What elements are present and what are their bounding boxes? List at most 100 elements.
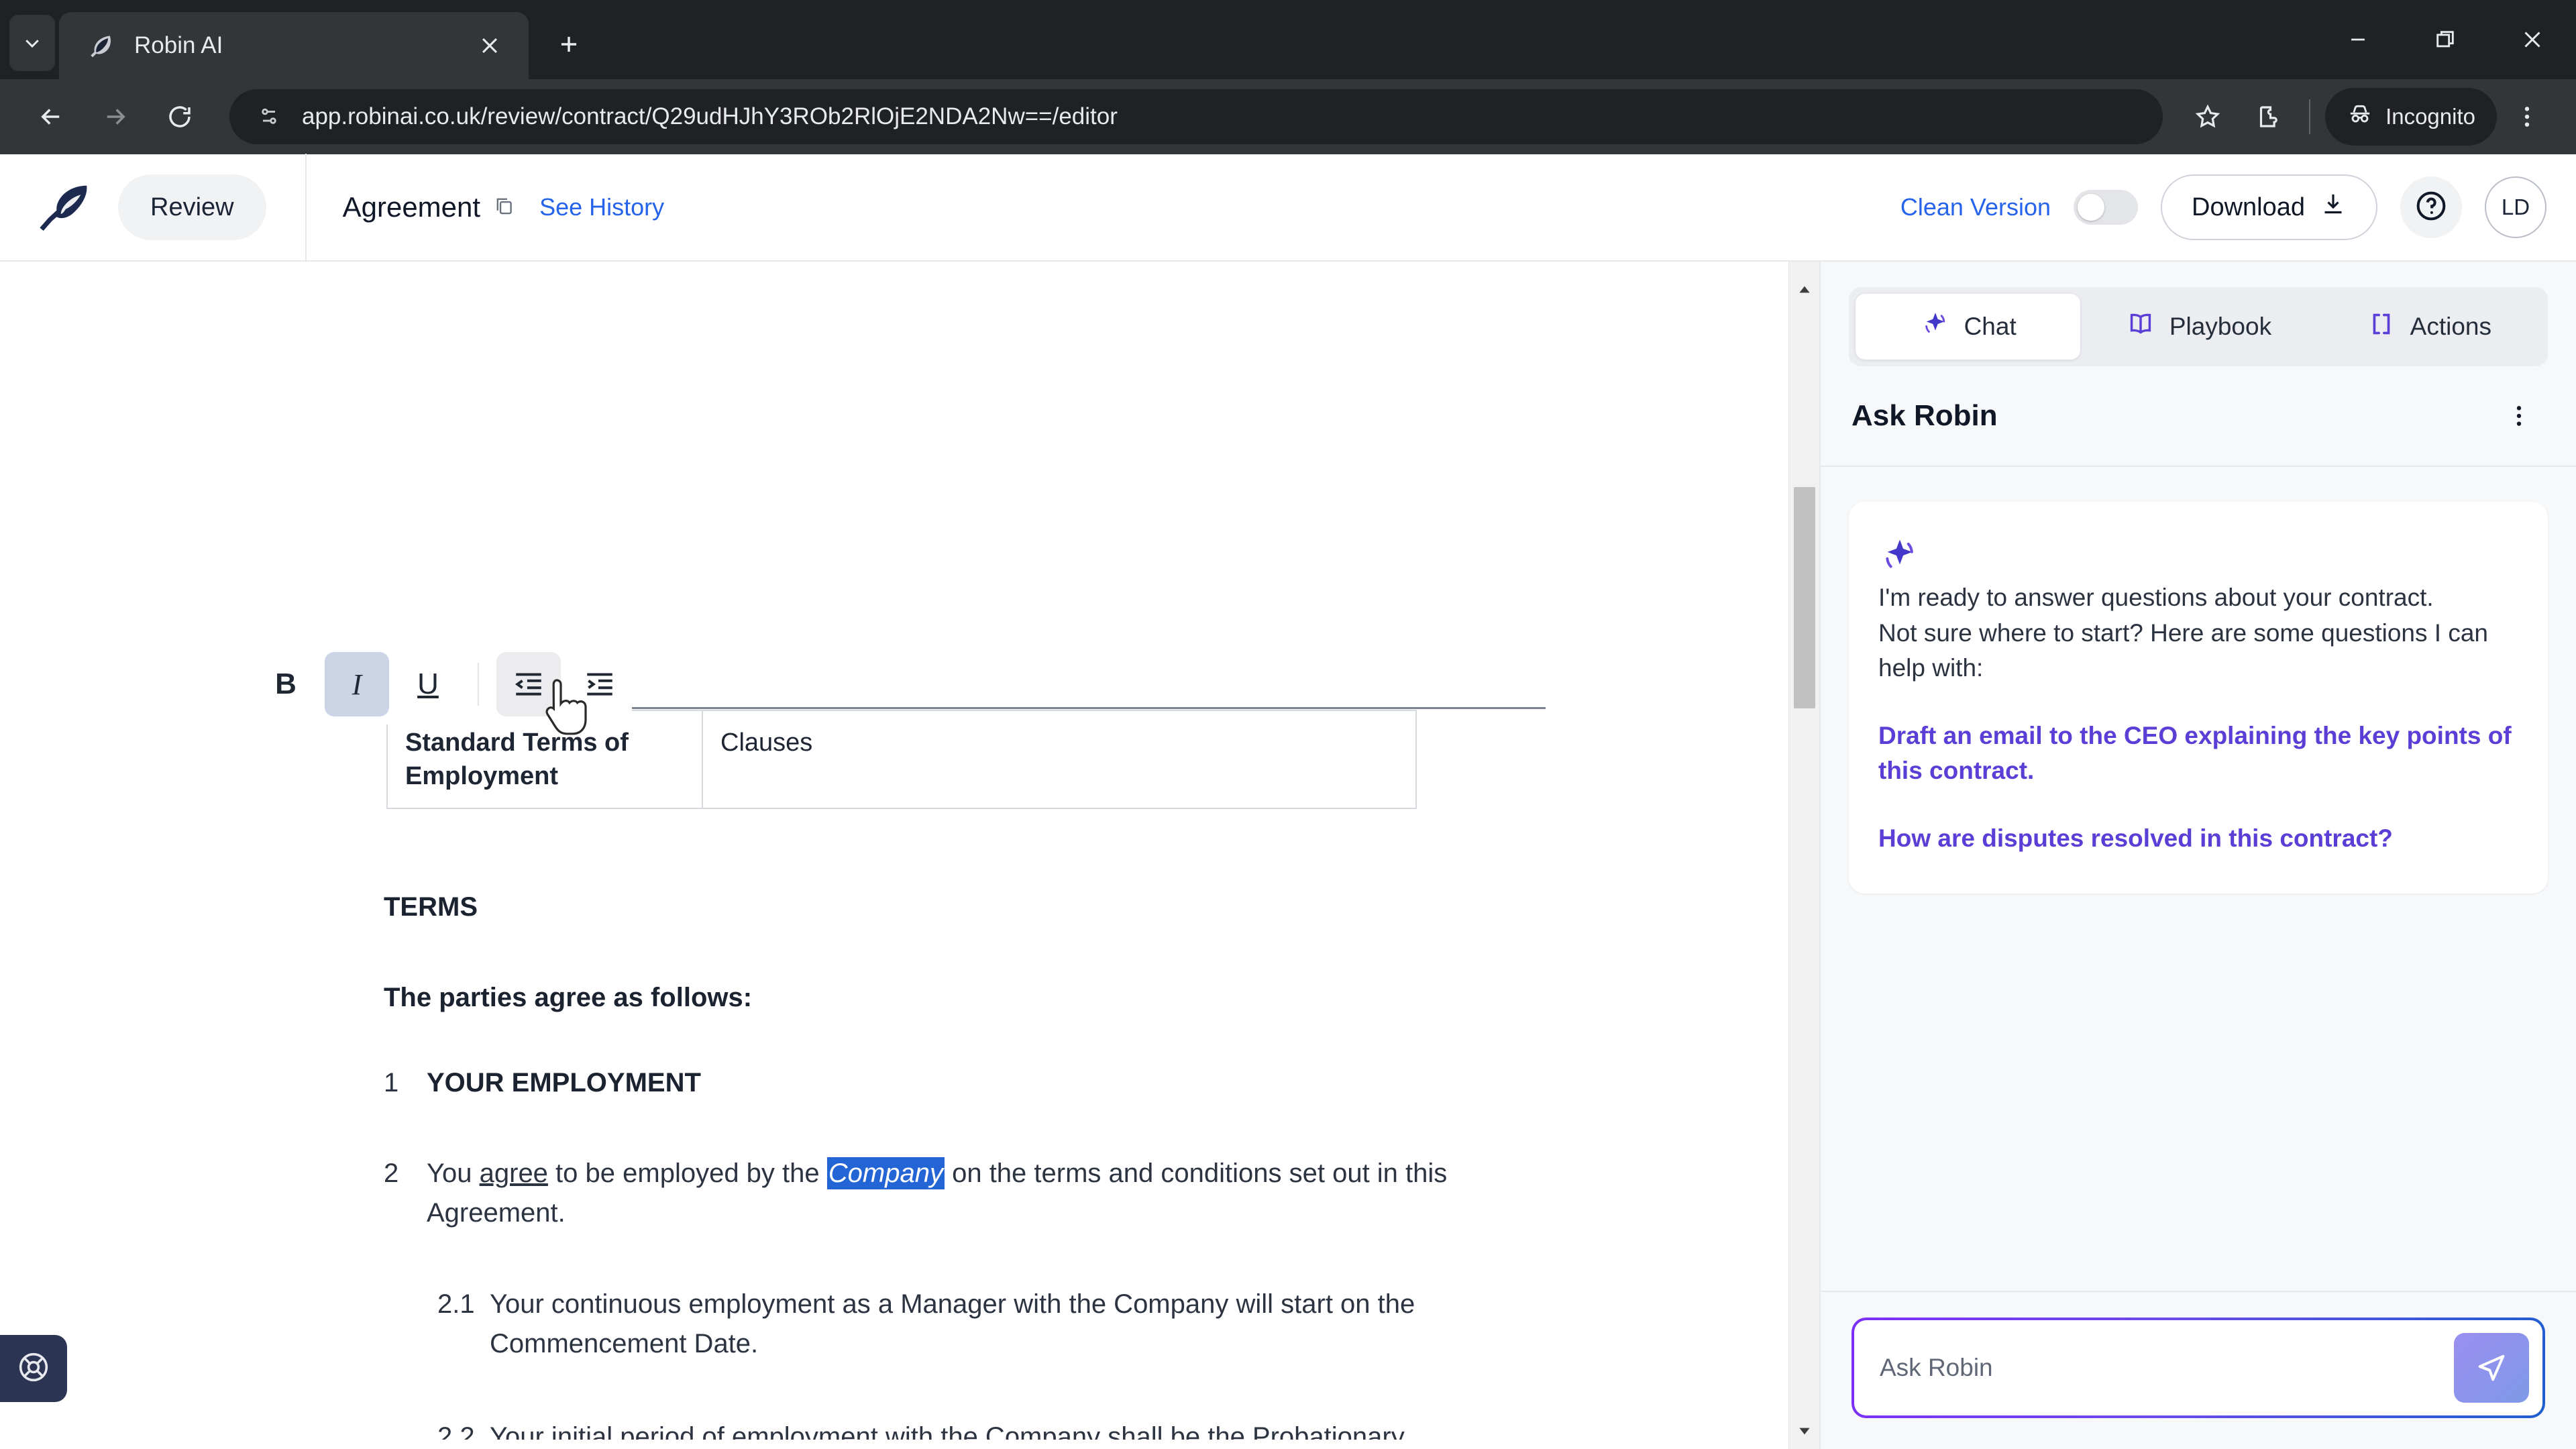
star-icon[interactable] xyxy=(2178,87,2238,147)
tab-playbook[interactable]: Playbook xyxy=(2086,294,2310,360)
scroll-down-arrow[interactable] xyxy=(1789,1415,1819,1446)
clause-2-text: You agree to be employed by the Company … xyxy=(427,1154,1457,1233)
copy-icon[interactable] xyxy=(492,191,515,223)
chat-header: Ask Robin xyxy=(1821,366,2576,467)
three-dot-menu-icon[interactable] xyxy=(2497,87,2557,147)
document-title-text: Agreement xyxy=(342,191,481,223)
minimize-icon[interactable] xyxy=(2314,0,2402,79)
download-icon xyxy=(2320,191,2347,224)
send-button[interactable] xyxy=(2454,1333,2529,1403)
forward-arrow-icon[interactable] xyxy=(83,85,148,149)
parties-agree-line: The parties agree as follows: xyxy=(384,983,753,1012)
book-icon xyxy=(2125,309,2156,345)
tab-chat-label: Chat xyxy=(1964,313,2017,340)
table-row: Standard Terms of Employment Clauses xyxy=(386,709,1417,810)
underline-button[interactable]: U xyxy=(396,652,460,716)
scrollbar-thumb[interactable] xyxy=(1794,487,1815,708)
reload-icon[interactable] xyxy=(148,85,212,149)
document-scroll-area[interactable]: Standard Terms of Employment Clauses TER… xyxy=(0,262,1788,1449)
address-bar[interactable]: app.robinai.co.uk/review/contract/Q29udH… xyxy=(229,89,2163,144)
assistant-message-line-1: I'm ready to answer questions about your… xyxy=(1878,584,2434,611)
close-icon[interactable] xyxy=(471,27,508,64)
scroll-up-arrow[interactable] xyxy=(1789,274,1819,305)
ask-robin-input-wrapper xyxy=(1851,1318,2545,1418)
window-controls xyxy=(2314,0,2576,79)
browser-toolbar: app.robinai.co.uk/review/contract/Q29udH… xyxy=(0,79,2576,154)
tab-actions[interactable]: Actions xyxy=(2316,294,2541,360)
app-body: B I U Standard Terms of Employment Claus… xyxy=(0,262,2576,1449)
chat-tab-bar: Chat Playbook Actions xyxy=(1849,287,2548,366)
assistant-message-card: I'm ready to answer questions about your… xyxy=(1849,502,2548,894)
chat-message-list[interactable]: I'm ready to answer questions about your… xyxy=(1821,467,2576,1291)
robin-ai-app: Review Agreement See History Clean Versi… xyxy=(0,154,2576,1449)
formatting-toolbar: B I U xyxy=(254,644,632,724)
chat-panel: Chat Playbook Actions Ask Robin I'm read… xyxy=(1819,262,2576,1449)
clause-1[interactable]: 1 YOUR EMPLOYMENT xyxy=(384,1063,1457,1103)
browser-window: Robin AI app.robinai.co.uk/review/contra… xyxy=(0,0,2576,1449)
toolbar-divider xyxy=(478,663,479,706)
page-title: Agreement xyxy=(343,191,515,223)
tab-actions-label: Actions xyxy=(2410,313,2491,340)
see-history-link[interactable]: See History xyxy=(539,193,664,221)
header-actions: Clean Version Download LD xyxy=(1900,174,2546,240)
lifebuoy-icon xyxy=(15,1349,52,1389)
standard-terms-table: Standard Terms of Employment Clauses xyxy=(386,709,1417,810)
kebab-menu-icon[interactable] xyxy=(2493,390,2545,442)
bold-button[interactable]: B xyxy=(254,652,318,716)
ask-robin-input-inner xyxy=(1854,1320,2542,1415)
italic-label: I xyxy=(352,667,362,701)
chat-input-area xyxy=(1821,1291,2576,1449)
underlined-word: agree xyxy=(479,1159,548,1188)
review-button[interactable]: Review xyxy=(118,174,266,240)
tab-title: Robin AI xyxy=(134,32,223,58)
clause-number: 2 xyxy=(384,1159,399,1188)
avatar-initials: LD xyxy=(2501,195,2530,219)
clause-2-1[interactable]: 2.1 Your continuous employment as a Mana… xyxy=(437,1285,1457,1364)
app-header: Review Agreement See History Clean Versi… xyxy=(0,154,2576,262)
header-divider xyxy=(305,154,307,261)
incognito-label: Incognito xyxy=(2385,104,2475,129)
close-window-icon[interactable] xyxy=(2489,0,2576,79)
support-widget-button[interactable] xyxy=(0,1335,67,1402)
text-selection-company[interactable]: Company xyxy=(826,1157,945,1189)
outdent-icon[interactable] xyxy=(496,652,561,716)
site-settings-icon[interactable] xyxy=(250,97,288,136)
suggested-prompt-2[interactable]: How are disputes resolved in this contra… xyxy=(1878,821,2518,857)
incognito-indicator[interactable]: Incognito xyxy=(2325,88,2497,146)
document-editor-pane[interactable]: B I U Standard Terms of Employment Claus… xyxy=(0,262,1788,1449)
ask-robin-input[interactable] xyxy=(1880,1354,2454,1382)
browser-tab[interactable]: Robin AI xyxy=(59,12,529,79)
sparkle-icon xyxy=(1878,539,1921,580)
download-button[interactable]: Download xyxy=(2161,174,2377,240)
document-vertical-scrollbar[interactable] xyxy=(1788,262,1819,1449)
back-arrow-icon[interactable] xyxy=(19,85,83,149)
browser-tabstrip: Robin AI xyxy=(0,0,2576,79)
terms-heading: TERMS xyxy=(384,892,478,922)
clean-version-label: Clean Version xyxy=(1900,193,2051,221)
new-tab-plus-icon[interactable] xyxy=(543,19,594,70)
bold-label: B xyxy=(275,667,297,700)
incognito-hat-icon xyxy=(2347,101,2373,133)
robin-bird-logo[interactable] xyxy=(36,182,94,233)
maximize-icon[interactable] xyxy=(2402,0,2489,79)
suggested-prompt-1[interactable]: Draft an email to the CEO explaining the… xyxy=(1878,718,2518,789)
tab-search-chevron-down-icon[interactable] xyxy=(9,15,55,71)
avatar[interactable]: LD xyxy=(2485,176,2546,238)
italic-button[interactable]: I xyxy=(325,652,389,716)
tab-chat[interactable]: Chat xyxy=(1856,294,2081,360)
clause-text: Your continuous employment as a Manager … xyxy=(490,1289,1415,1359)
clause-2-mid: to be employed by the xyxy=(547,1159,827,1188)
download-label: Download xyxy=(2192,193,2305,221)
clause-2[interactable]: 2 You agree to be employed by the Compan… xyxy=(384,1154,1457,1233)
robin-feather-icon xyxy=(86,31,115,60)
help-button[interactable] xyxy=(2400,176,2462,238)
tab-playbook-label: Playbook xyxy=(2169,313,2272,340)
table-cell-heading: Standard Terms of Employment xyxy=(386,709,703,810)
table-cell-clauses: Clauses xyxy=(702,709,1417,810)
brackets-icon xyxy=(2366,309,2397,345)
indent-icon[interactable] xyxy=(568,652,632,716)
url-text: app.robinai.co.uk/review/contract/Q29udH… xyxy=(302,103,1118,129)
toolbar-divider xyxy=(2309,99,2311,134)
clean-version-toggle[interactable] xyxy=(2074,190,2138,225)
extensions-puzzle-icon[interactable] xyxy=(2238,87,2298,147)
